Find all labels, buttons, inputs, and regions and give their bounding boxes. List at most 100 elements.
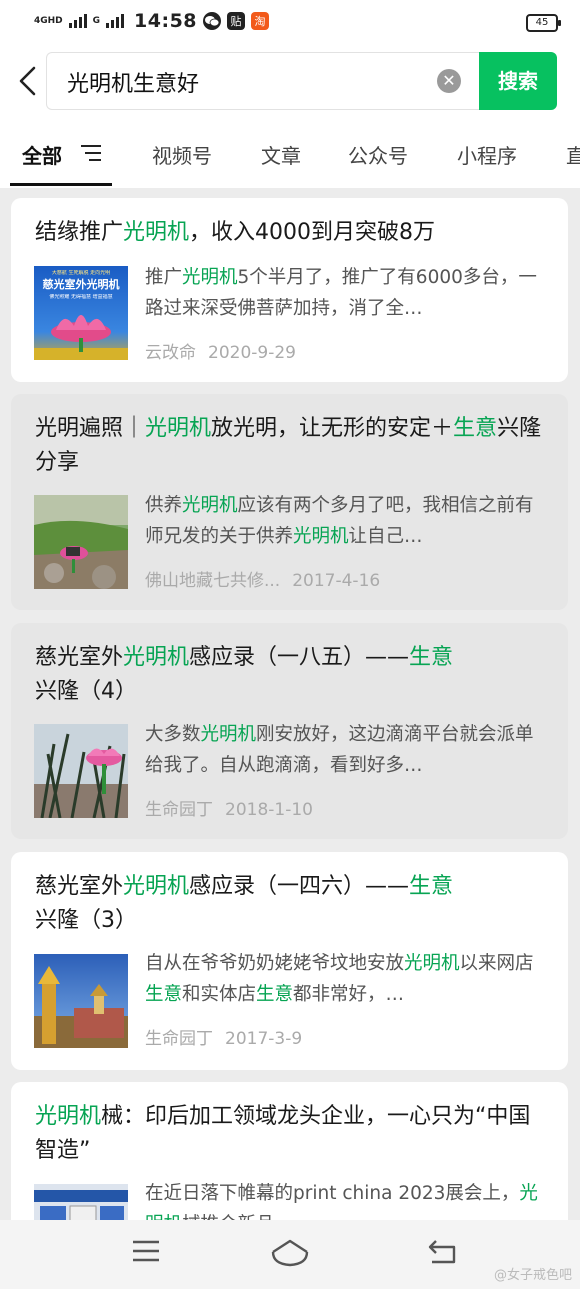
result-source: 佛山地藏七共修...	[145, 571, 281, 591]
highlighted-keyword: 光明机	[123, 645, 190, 670]
back-icon[interactable]	[426, 1238, 458, 1266]
text-segment: 兴隆（3）	[35, 908, 137, 933]
text-segment: 结缘推广	[35, 220, 124, 245]
result-thumbnail	[34, 495, 128, 589]
result-thumbnail	[34, 724, 128, 818]
text-segment: 放光明，让无形的安定＋	[211, 416, 454, 441]
search-button[interactable]: 搜索	[479, 52, 557, 110]
text-segment: 兴隆（4）	[35, 679, 137, 704]
text-segment: 自从在爷爷奶奶姥姥爷坟地安放	[145, 953, 405, 974]
highlighted-keyword: 光明机	[404, 953, 460, 974]
network-label-2: G	[92, 15, 101, 26]
result-meta: 生命园丁 2018-1-10	[145, 795, 313, 820]
result-date: 2018-1-10	[225, 800, 313, 820]
filter-icon[interactable]	[80, 144, 102, 162]
active-tab-indicator	[10, 183, 112, 186]
result-card[interactable]: 结缘推广光明机，收入4000到月突破8万 大慈航 生死解脱 走向光明 慈光室外光…	[11, 198, 568, 382]
result-meta: 生命园丁 2017-3-9	[145, 1024, 302, 1049]
results-list: 结缘推广光明机，收入4000到月突破8万 大慈航 生死解脱 走向光明 慈光室外光…	[0, 188, 580, 1220]
result-snippet: 推广光明机5个半月了，推广了有6000多台，一路过来深受佛菩萨加持，消了全…	[145, 262, 545, 324]
clear-icon[interactable]: ✕	[437, 69, 461, 93]
network-indicator: 4GHD	[34, 15, 63, 26]
result-thumbnail	[34, 954, 128, 1048]
text-segment: 供养	[145, 495, 183, 516]
taobao-icon: 淘	[251, 12, 270, 30]
result-title: 光明机械：印后加工领域龙头企业，一心只为“中国智造”	[35, 1100, 545, 1168]
result-date: 2020-9-29	[208, 343, 296, 363]
thumb-main-text: 慈光室外光明机	[42, 278, 120, 291]
thumb-top-text: 大慈航 生死解脱 走向光明	[51, 270, 111, 276]
text-segment: 感应录（一四六）——	[189, 874, 410, 899]
category-tabs: 全部 视频号 文章 公众号 小程序 直	[0, 126, 580, 188]
result-card[interactable]: 光明遍照｜光明机放光明，让无形的安定＋生意兴隆分享 供养光明机应该有两个多月了吧…	[11, 394, 568, 610]
network-label: 4GHD	[34, 15, 63, 26]
result-snippet: 在近日落下帷幕的print china 2023展会上，光明机械推介新品	[145, 1178, 545, 1220]
tieba-icon: 贴	[227, 12, 246, 30]
text-segment: 光明遍照｜	[35, 416, 146, 441]
highlighted-keyword: 光明机	[293, 526, 349, 547]
highlighted-keyword: 光明机	[200, 724, 257, 745]
result-meta: 佛山地藏七共修... 2017-4-16	[145, 566, 380, 591]
result-title: 慈光室外光明机感应录（一八五）——生意兴隆（4）	[35, 641, 545, 709]
status-bar: 4GHD G 14:58 贴 淘 45	[0, 0, 580, 44]
text-segment: 大多数	[145, 724, 201, 745]
watermark: @女子戒色吧	[493, 1268, 572, 1283]
result-card[interactable]: 慈光室外光明机感应录（一四六）——生意兴隆（3） 自从在爷爷奶奶姥姥爷坟地安放光…	[11, 852, 568, 1070]
tab-articles[interactable]: 文章	[261, 140, 301, 169]
tab-mini-programs[interactable]: 小程序	[457, 140, 517, 169]
highlighted-keyword: 生意	[256, 984, 294, 1005]
highlighted-keyword: 生意	[409, 874, 454, 899]
thumb-sub-text: 佛光照耀 无碍福慧 增益福慧	[49, 294, 113, 300]
result-source: 生命园丁	[145, 1029, 213, 1049]
back-button[interactable]	[14, 64, 42, 98]
signal-icon-2	[106, 14, 125, 28]
text-segment: 械：印后加工领域龙头企业，一心只为“中国智造”	[35, 1104, 531, 1163]
result-card[interactable]: 慈光室外光明机感应录（一八五）——生意兴隆（4） 大多数光明机刚安放好，这边滴滴…	[11, 623, 568, 839]
highlighted-keyword: 光明机	[123, 874, 190, 899]
search-input[interactable]	[65, 53, 429, 111]
result-snippet: 供养光明机应该有两个多月了吧，我相信之前有师兄发的关于供养光明机让自己…	[145, 490, 545, 552]
result-thumbnail: 大慈航 生死解脱 走向光明 慈光室外光明机 佛光照耀 无碍福慧 增益福慧	[34, 266, 128, 360]
battery-icon: 45	[526, 14, 561, 32]
signal-icon	[68, 14, 87, 28]
system-nav-bar: @女子戒色吧	[0, 1220, 580, 1289]
text-segment: 让自己…	[348, 526, 423, 547]
result-title: 光明遍照｜光明机放光明，让无形的安定＋生意兴隆分享	[35, 412, 545, 480]
result-date: 2017-4-16	[292, 571, 381, 591]
highlighted-keyword: 光明机	[182, 495, 238, 516]
search-box[interactable]: ✕	[46, 52, 479, 111]
highlighted-keyword: 生意	[145, 984, 183, 1005]
menu-icon[interactable]	[131, 1238, 161, 1264]
highlighted-keyword: 光明机	[35, 1104, 102, 1129]
search-header: ✕ 搜索	[0, 44, 580, 126]
wechat-icon	[203, 12, 222, 30]
highlighted-keyword: 生意	[409, 645, 454, 670]
text-segment: 推广	[145, 267, 183, 288]
text-segment: ，收入4000到月突破8万	[189, 220, 436, 245]
text-segment: 以来网店	[459, 953, 534, 974]
text-segment: 和实体店	[182, 984, 257, 1005]
highlighted-keyword: 光明机	[182, 267, 238, 288]
highlighted-keyword: 生意	[453, 416, 498, 441]
tab-all[interactable]: 全部	[22, 140, 62, 169]
result-meta: 云改命 2020-9-29	[145, 338, 296, 363]
text-segment: 感应录（一八五）——	[189, 645, 410, 670]
chevron-left-icon	[19, 66, 36, 96]
home-icon[interactable]	[270, 1238, 310, 1268]
result-thumbnail	[34, 1184, 128, 1220]
result-source: 云改命	[145, 343, 196, 363]
result-date: 2017-3-9	[225, 1029, 303, 1049]
text-segment: 都非常好，…	[293, 984, 405, 1005]
result-title: 结缘推广光明机，收入4000到月突破8万	[35, 216, 545, 250]
result-source: 生命园丁	[145, 800, 213, 820]
highlighted-keyword: 光明机	[123, 220, 190, 245]
result-snippet: 自从在爷爷奶奶姥姥爷坟地安放光明机以来网店生意和实体店生意都非常好，…	[145, 948, 545, 1010]
result-title: 慈光室外光明机感应录（一四六）——生意兴隆（3）	[35, 870, 545, 938]
tab-live[interactable]: 直	[566, 140, 580, 169]
result-card[interactable]: 光明机械：印后加工领域龙头企业，一心只为“中国智造” 在近日落下帷幕的print…	[11, 1082, 568, 1220]
clock: 14:58	[134, 10, 198, 32]
tab-video[interactable]: 视频号	[152, 140, 212, 169]
highlighted-keyword: 光明机	[145, 416, 212, 441]
result-snippet: 大多数光明机刚安放好，这边滴滴平台就会派单给我了。自从跑滴滴，看到好多…	[145, 719, 545, 781]
tab-official-accounts[interactable]: 公众号	[348, 140, 408, 169]
